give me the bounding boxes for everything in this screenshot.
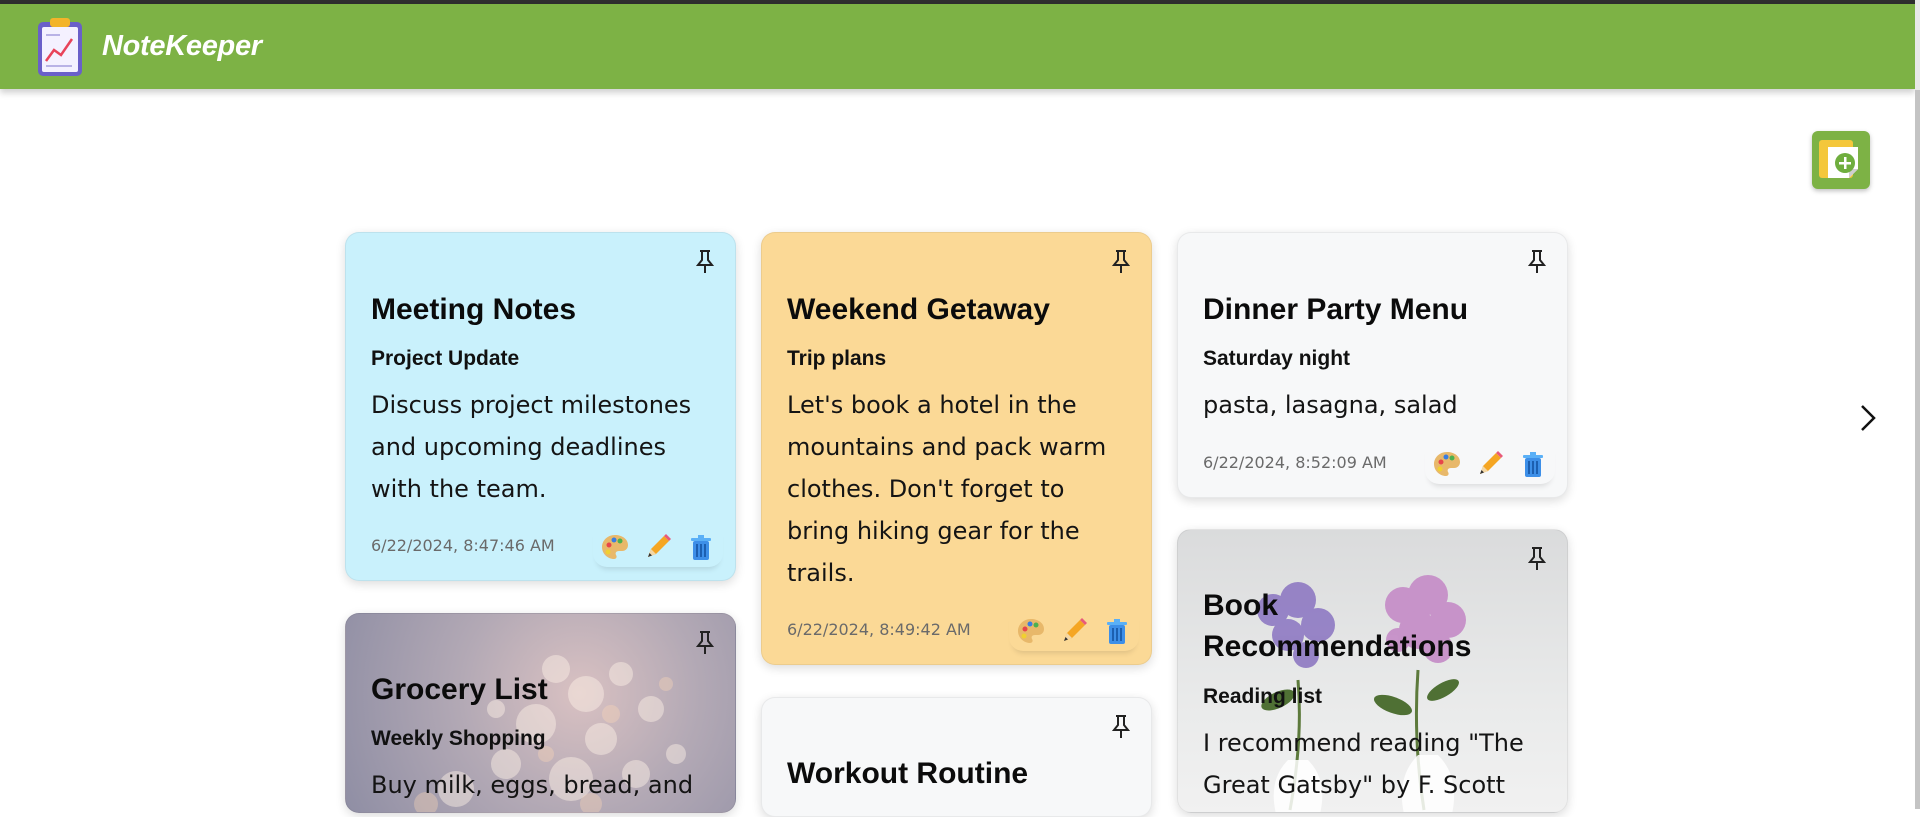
note-actions: [593, 527, 723, 567]
pin-icon[interactable]: [1526, 249, 1548, 275]
pin-icon[interactable]: [1526, 546, 1548, 572]
palette-icon[interactable]: [600, 532, 630, 562]
note-title: Weekend Getaway: [787, 293, 1050, 326]
trash-icon[interactable]: [1518, 449, 1548, 479]
trash-icon[interactable]: [1102, 616, 1132, 646]
note-body: Buy milk, eggs, bread, and: [371, 771, 694, 799]
note-card[interactable]: Grocery List Weekly Shopping Buy milk, e…: [345, 613, 736, 813]
note-timestamp: 6/22/2024, 8:47:46 AM: [371, 536, 555, 555]
note-body: Discuss project milestones and upcoming …: [371, 391, 692, 503]
note-card[interactable]: Dinner Party Menu Saturday night pasta, …: [1177, 232, 1568, 498]
app-brand[interactable]: NoteKeeper: [102, 30, 262, 63]
navbar: NoteKeeper: [0, 4, 1915, 89]
note-subtitle: Trip plans: [787, 347, 887, 370]
note-subtitle: Project Update: [371, 347, 520, 370]
edit-pencil-icon[interactable]: [643, 532, 673, 562]
note-title: Grocery List: [371, 673, 548, 706]
note-subtitle: Weekly Shopping: [371, 727, 546, 750]
add-note-button[interactable]: [1812, 131, 1870, 189]
pin-icon[interactable]: [694, 249, 716, 275]
note-timestamp: 6/22/2024, 8:52:09 AM: [1203, 453, 1387, 472]
vertical-scrollbar[interactable]: [1915, 0, 1920, 809]
note-body: Let's book a hotel in the mountains and …: [787, 391, 1107, 587]
note-subtitle: Saturday night: [1203, 347, 1351, 370]
note-card[interactable]: Book Recommendations Reading list I reco…: [1177, 529, 1568, 813]
add-note-icon: [1819, 140, 1858, 178]
palette-icon[interactable]: [1016, 616, 1046, 646]
note-title: Book Recommendations: [1203, 589, 1472, 663]
pin-icon[interactable]: [1110, 714, 1132, 740]
note-title: Workout Routine: [787, 757, 1029, 790]
note-actions: [1425, 444, 1555, 484]
note-body: I recommend reading "The Great Gatsby" b…: [1203, 729, 1524, 799]
palette-icon[interactable]: [1432, 449, 1462, 479]
note-title: Meeting Notes: [371, 293, 577, 326]
note-title: Dinner Party Menu: [1203, 293, 1469, 326]
note-actions: [1009, 611, 1139, 651]
clipboard-logo-icon: [35, 17, 85, 77]
edit-pencil-icon[interactable]: [1475, 449, 1505, 479]
note-subtitle: Reading list: [1203, 685, 1323, 708]
pin-icon[interactable]: [1110, 249, 1132, 275]
note-card[interactable]: Meeting Notes Project Update Discuss pro…: [345, 232, 736, 581]
trash-icon[interactable]: [686, 532, 716, 562]
note-timestamp: 6/22/2024, 8:49:42 AM: [787, 620, 971, 639]
pin-icon[interactable]: [694, 630, 716, 656]
chevron-right-icon[interactable]: [1852, 400, 1882, 436]
edit-pencil-icon[interactable]: [1059, 616, 1089, 646]
note-card[interactable]: Weekend Getaway Trip plans Let's book a …: [761, 232, 1152, 665]
note-card[interactable]: Workout Routine: [761, 697, 1152, 817]
note-body: pasta, lasagna, salad: [1203, 391, 1458, 419]
scrollbar-thumb[interactable]: [1915, 90, 1920, 809]
